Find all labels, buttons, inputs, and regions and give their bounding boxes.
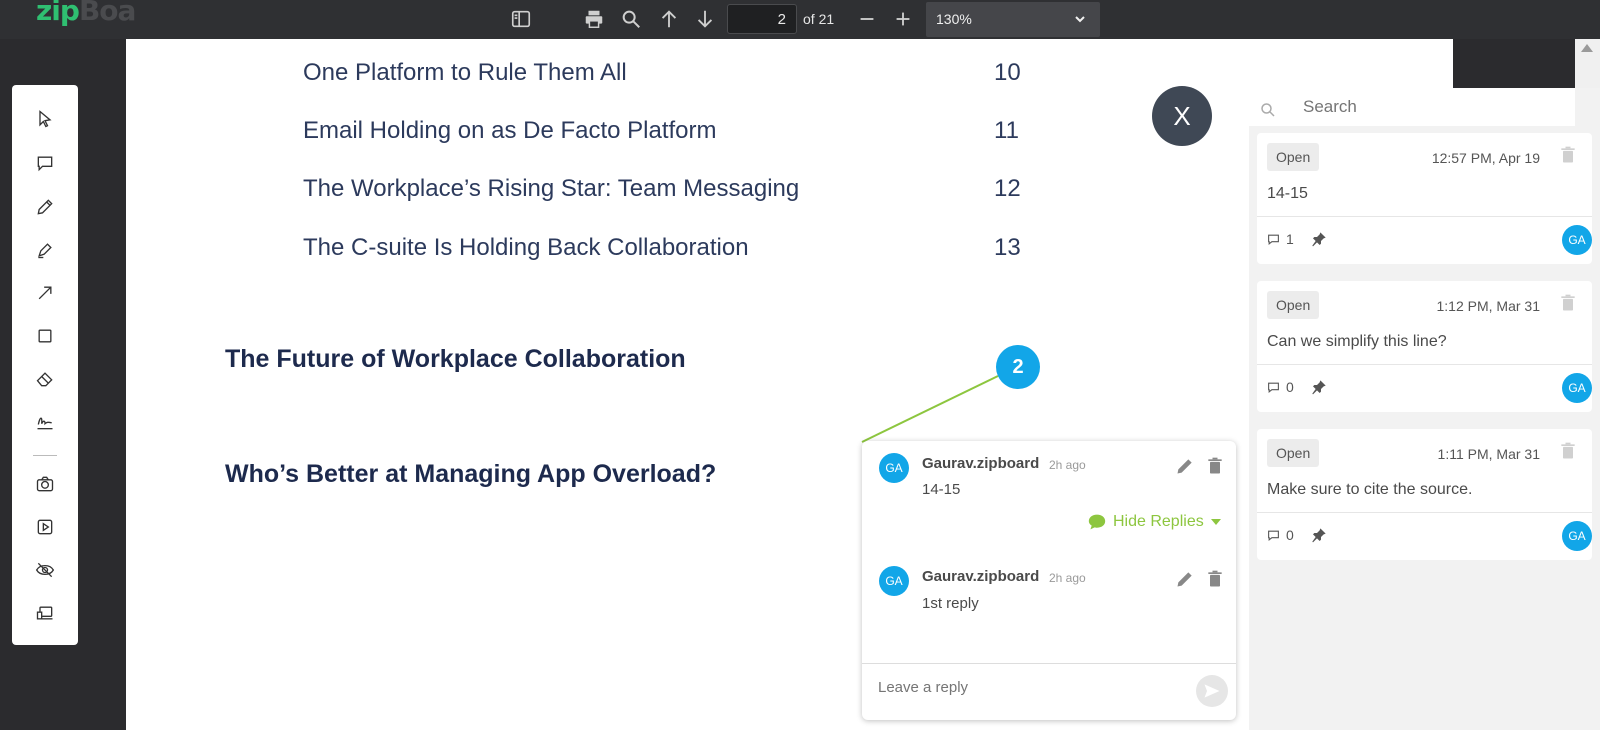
edit-icon[interactable] — [1175, 569, 1195, 589]
comment-text: 14-15 — [1267, 185, 1308, 202]
toc-entry-title[interactable]: The C-suite Is Holding Back Collaboratio… — [303, 234, 749, 262]
page-number-input[interactable] — [727, 4, 797, 34]
previous-page-icon[interactable] — [656, 6, 682, 32]
delete-icon[interactable] — [1205, 569, 1225, 589]
annotation-connector — [861, 375, 999, 443]
toc-entry-title[interactable]: The Workplace’s Rising Star: Team Messag… — [303, 175, 799, 203]
reply-input[interactable] — [878, 679, 1178, 696]
signature-tool-icon[interactable] — [33, 410, 57, 434]
avatar: GA — [1562, 373, 1592, 403]
arrow-tool-icon[interactable] — [33, 281, 57, 305]
scroll-up-icon[interactable] — [1581, 44, 1593, 52]
comment-thread-popup: GA Gaurav.zipboard 2h ago 14-15 Hide Rep… — [862, 441, 1236, 720]
reply-count: 1 — [1267, 231, 1294, 247]
status-badge: Open — [1267, 291, 1320, 319]
toolbar-divider — [33, 455, 57, 456]
avatar: GA — [1562, 225, 1592, 255]
comment-time: 2h ago — [1049, 571, 1086, 585]
section-heading: The Future of Workplace Collaboration — [225, 345, 686, 373]
comment-icon — [1268, 234, 1279, 245]
viewer-background — [1453, 39, 1575, 88]
hide-replies-toggle[interactable]: Hide Replies — [1087, 513, 1222, 531]
app-logo: zipBoa — [36, 0, 136, 27]
toc-entry-page: 10 — [994, 59, 1021, 86]
camera-tool-icon[interactable] — [33, 472, 57, 496]
hide-replies-label: Hide Replies — [1113, 513, 1204, 530]
top-toolbar: zipBoa of 21 130% — [0, 0, 1600, 39]
close-button[interactable]: X — [1152, 86, 1212, 146]
comment-card[interactable]: Open 1:11 PM, Mar 31 Make sure to cite t… — [1257, 429, 1592, 560]
toc-entry-title[interactable]: One Platform to Rule Them All — [303, 59, 627, 87]
search-icon — [1261, 103, 1275, 117]
pin-icon[interactable] — [1311, 379, 1327, 395]
toc-entry-page: 12 — [994, 175, 1021, 202]
comment-text: Make sure to cite the source. — [1267, 481, 1473, 498]
delete-icon[interactable] — [1558, 145, 1578, 165]
send-button[interactable] — [1196, 675, 1228, 707]
search-input[interactable] — [1303, 94, 1563, 120]
zoom-select[interactable]: 130% — [926, 2, 1100, 37]
comment-card[interactable]: Open 1:12 PM, Mar 31 Can we simplify thi… — [1257, 281, 1592, 412]
comment-search — [1249, 88, 1575, 126]
send-icon — [1204, 684, 1220, 698]
status-badge: Open — [1267, 143, 1320, 171]
card-divider — [1257, 364, 1592, 365]
device-tool-icon[interactable] — [33, 601, 57, 625]
avatar: GA — [1562, 521, 1592, 551]
comment-time: 12:57 PM, Apr 19 — [1431, 150, 1540, 166]
next-page-icon[interactable] — [692, 6, 718, 32]
edit-icon[interactable] — [1175, 456, 1195, 476]
pencil-tool-icon[interactable] — [33, 195, 57, 219]
eraser-tool-icon[interactable] — [33, 367, 57, 391]
comment-time: 1:11 PM, Mar 31 — [1437, 446, 1540, 462]
select-tool-icon[interactable] — [33, 107, 57, 131]
highlighter-tool-icon[interactable] — [33, 238, 57, 262]
status-badge: Open — [1267, 439, 1320, 467]
comment-text: 1st reply — [922, 595, 979, 612]
comment-tool-icon[interactable] — [33, 151, 57, 175]
zoom-in-icon[interactable] — [890, 6, 916, 32]
page-count: of 21 — [803, 11, 835, 27]
zoom-out-icon[interactable] — [854, 6, 880, 32]
reply-divider — [862, 663, 1236, 664]
comment-text: Can we simplify this line? — [1267, 333, 1447, 350]
comment-time: 1:12 PM, Mar 31 — [1436, 298, 1541, 314]
rectangle-tool-icon[interactable] — [33, 324, 57, 348]
pin-icon[interactable] — [1311, 231, 1327, 247]
speech-bubble-icon — [1088, 514, 1106, 530]
search-icon[interactable] — [618, 6, 644, 32]
comment-time: 2h ago — [1049, 458, 1086, 472]
comment-text: 14-15 — [922, 481, 961, 498]
delete-icon[interactable] — [1558, 441, 1578, 461]
comment-card[interactable]: Open 12:57 PM, Apr 19 14-15 1 GA — [1257, 133, 1592, 264]
card-divider — [1257, 216, 1592, 217]
comment-icon — [1268, 382, 1279, 393]
chevron-down-icon — [1075, 16, 1085, 23]
pin-icon[interactable] — [1311, 527, 1327, 543]
zoom-value: 130% — [936, 11, 972, 27]
reply-count: 0 — [1267, 527, 1294, 543]
toc-entry-title[interactable]: Email Holding on as De Facto Platform — [303, 117, 717, 145]
avatar: GA — [879, 566, 909, 596]
avatar: GA — [879, 453, 909, 483]
print-icon[interactable] — [581, 6, 607, 32]
toc-entry-page: 13 — [994, 234, 1021, 261]
comment-icon — [1268, 530, 1279, 541]
comment-author: Gaurav.zipboard — [922, 568, 1040, 585]
annotation-toolbar — [12, 85, 78, 645]
hide-annotations-icon[interactable] — [33, 558, 57, 582]
reply-count: 0 — [1267, 379, 1294, 395]
card-divider — [1257, 512, 1592, 513]
section-heading: Who’s Better at Managing App Overload? — [225, 460, 717, 488]
delete-icon[interactable] — [1558, 293, 1578, 313]
toc-entry-page: 11 — [994, 117, 1019, 144]
video-tool-icon[interactable] — [33, 515, 57, 539]
caret-down-icon — [1210, 519, 1221, 525]
comment-author: Gaurav.zipboard — [922, 455, 1040, 472]
sidebar-toggle-icon[interactable] — [508, 6, 534, 32]
annotation-marker[interactable]: 2 — [996, 345, 1040, 389]
delete-icon[interactable] — [1205, 456, 1225, 476]
